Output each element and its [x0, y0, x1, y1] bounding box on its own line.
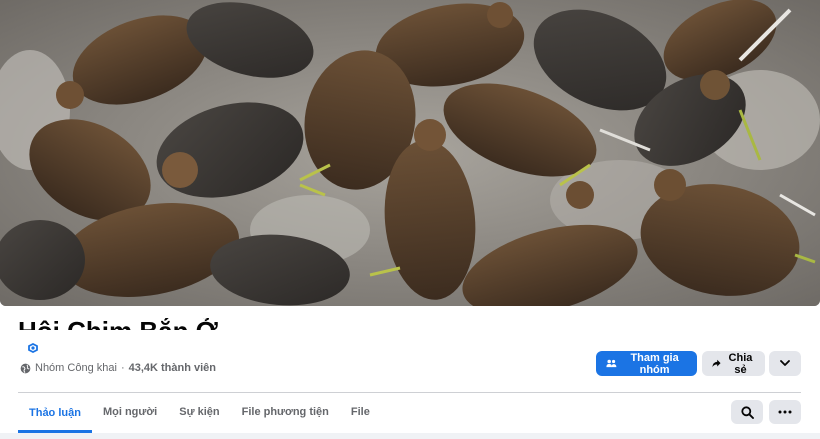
member-count[interactable]: 43,4K thành viên	[129, 362, 216, 374]
group-brand-icon	[26, 341, 40, 355]
group-tabs: Thảo luận Mọi người Sự kiện File phương …	[18, 393, 381, 433]
chevron-down-icon	[780, 360, 790, 366]
globe-icon	[20, 363, 31, 373]
tab-media[interactable]: File phương tiện	[231, 393, 340, 430]
group-meta: Nhóm Công khai · 43,4K thành viên	[20, 362, 216, 374]
tab-files[interactable]: File	[340, 393, 381, 430]
search-icon	[740, 405, 754, 419]
group-title[interactable]: Hội Chim Bắn Ở Miền	[18, 318, 258, 330]
tab-discussion[interactable]: Thảo luận	[18, 393, 92, 433]
cover-photo-image	[0, 0, 820, 306]
share-arrow-icon	[712, 359, 721, 368]
meta-separator: ·	[120, 362, 125, 374]
tab-people[interactable]: Mọi người	[92, 393, 168, 430]
tab-label: File phương tiện	[241, 405, 329, 418]
tab-label: Thảo luận	[29, 407, 81, 419]
tab-label: Sự kiện	[179, 405, 220, 418]
page-background-strip	[0, 433, 820, 439]
group-title-clip: Hội Chim Bắn Ở Miền	[18, 318, 258, 330]
cover-photo[interactable]	[0, 0, 820, 306]
search-button[interactable]	[731, 400, 763, 424]
more-dots-icon	[778, 410, 792, 414]
tab-label: File	[350, 405, 370, 418]
share-button[interactable]: Chia sẻ	[702, 351, 765, 376]
join-group-button[interactable]: Tham gia nhóm	[596, 351, 697, 376]
more-options-button[interactable]	[769, 351, 801, 376]
group-add-icon	[606, 359, 617, 368]
join-group-label: Tham gia nhóm	[630, 351, 679, 376]
share-label: Chia sẻ	[728, 351, 753, 376]
tab-label: Mọi người	[102, 405, 158, 418]
tab-events[interactable]: Sự kiện	[168, 393, 230, 430]
tab-more-button[interactable]	[769, 400, 801, 424]
group-privacy[interactable]: Nhóm Công khai	[35, 362, 117, 374]
